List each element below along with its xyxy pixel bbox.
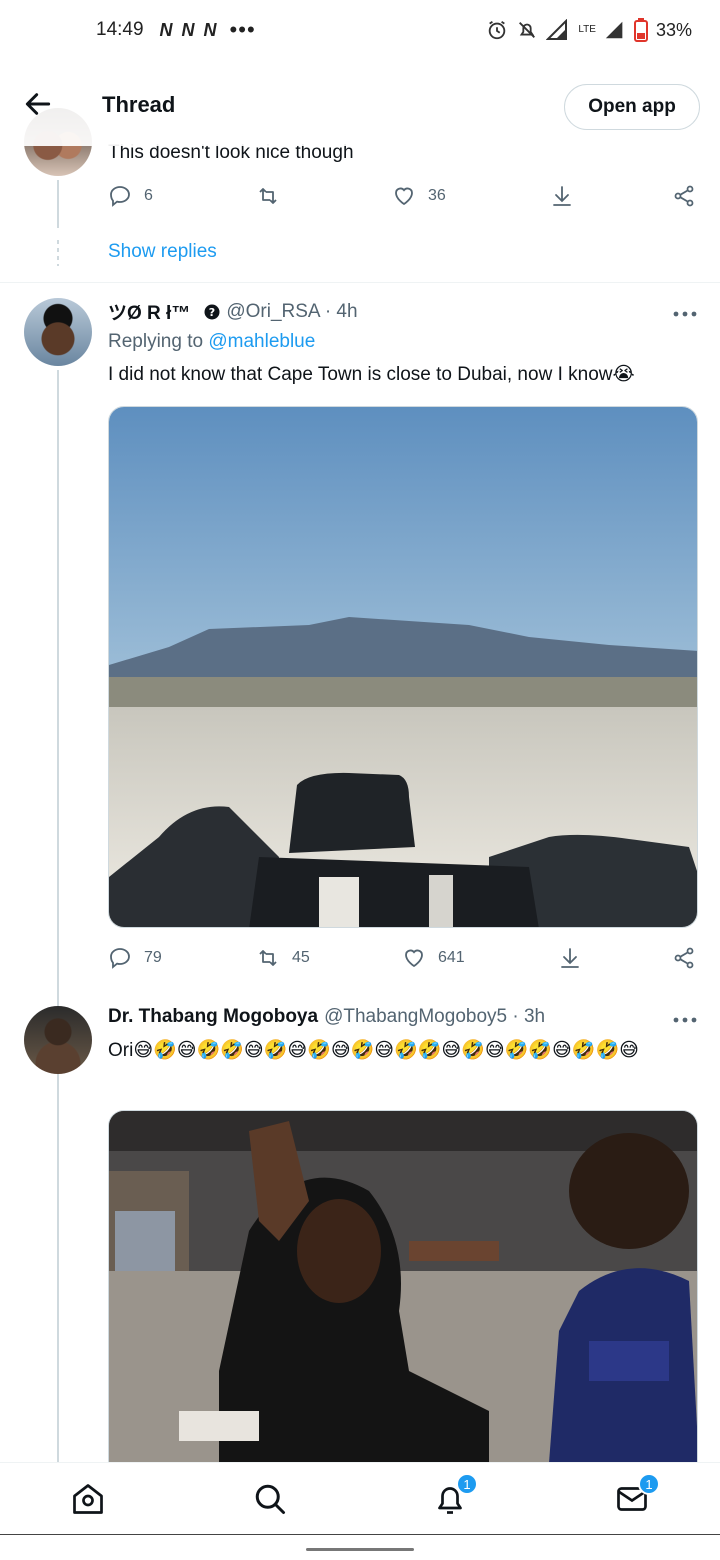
download-button[interactable] (550, 184, 574, 208)
page-title: Thread (102, 92, 176, 117)
notification-n-icon: N (159, 19, 173, 40)
cape-town-photo (109, 407, 697, 927)
share-icon (674, 947, 694, 969)
nav-notifications[interactable]: 1 (432, 1473, 478, 1517)
notifications-badge: 1 (456, 1473, 478, 1495)
status-bar: 14:49 N N N ••• LTE 33% (0, 0, 720, 60)
notification-n-icon: N (181, 19, 195, 40)
heart-icon (395, 187, 413, 206)
retweet-icon (259, 188, 277, 204)
search-icon (255, 1484, 285, 1514)
signal-icon (605, 21, 623, 39)
video-thumbnail (109, 1111, 697, 1462)
tweet-actions: 6 36 (108, 184, 698, 214)
mention-link[interactable]: @mahleblue (208, 331, 315, 352)
reply-count: 6 (144, 187, 153, 204)
like-count: 641 (438, 949, 465, 966)
like-button[interactable]: 36 (392, 184, 446, 208)
share-button[interactable] (672, 184, 696, 208)
battery-percent: 33% (655, 19, 692, 40)
like-button[interactable]: 641 (402, 946, 465, 970)
retweet-count: 45 (292, 949, 310, 966)
mute-icon (519, 22, 536, 38)
nav-messages[interactable]: 1 (614, 1473, 660, 1517)
tweet-actions: 79 45 641 (108, 946, 698, 976)
svg-text:?: ? (209, 306, 215, 319)
signal-icon (546, 19, 568, 40)
replying-prefix: Replying to (108, 331, 204, 352)
battery-icon (633, 18, 648, 42)
bottom-navigation: 1 1 (0, 1462, 720, 1534)
tweet-header: ツØ R ł™ ? @Ori_RSA · 4h (108, 298, 358, 325)
tweet-image[interactable] (108, 406, 698, 928)
download-icon (561, 948, 579, 968)
nav-home[interactable] (70, 1481, 106, 1517)
question-badge-icon: ? (204, 304, 220, 319)
display-name[interactable]: ツØ R ł™ (108, 298, 190, 325)
notification-n-icon: N (203, 19, 217, 40)
handle-and-time[interactable]: @ThabangMogoboy5 · 3h (324, 1006, 545, 1028)
avatar[interactable] (24, 1006, 92, 1074)
thread-line-dotted (57, 240, 59, 266)
reply-count: 79 (144, 949, 162, 966)
open-app-button[interactable]: Open app (564, 84, 700, 130)
nav-search[interactable] (252, 1481, 288, 1517)
share-icon (674, 185, 694, 207)
like-count: 36 (428, 187, 446, 204)
tweet-text: Ori😅🤣😅🤣🤣😅🤣😅🤣😅🤣😅🤣🤣😅🤣😅🤣🤣😅🤣🤣😅 (108, 1040, 639, 1061)
display-name[interactable]: Dr. Thabang Mogoboya (108, 1006, 318, 1028)
home-icon (73, 1484, 103, 1514)
reply-icon (110, 948, 130, 969)
reply-icon (110, 186, 130, 207)
alarm-icon (489, 20, 506, 40)
status-time: 14:49 (96, 19, 144, 40)
reply-button[interactable]: 6 (108, 184, 153, 208)
divider (0, 282, 720, 283)
retweet-button[interactable] (256, 184, 292, 208)
tweet-text: I did not know that Cape Town is close t… (108, 364, 635, 385)
reply-button[interactable]: 79 (108, 946, 162, 970)
share-button[interactable] (672, 946, 696, 970)
retweet-button[interactable]: 45 (256, 946, 310, 970)
thread-line (57, 370, 59, 1462)
download-icon (553, 186, 571, 206)
avatar[interactable] (24, 298, 92, 366)
more-options-icon[interactable] (672, 310, 698, 318)
back-arrow-icon[interactable] (22, 88, 54, 120)
download-button[interactable] (558, 946, 582, 970)
heart-icon (405, 949, 423, 968)
tweet-video[interactable] (108, 1110, 698, 1462)
show-replies-link[interactable]: Show replies (108, 241, 217, 263)
gesture-handle[interactable] (306, 1548, 414, 1551)
network-type: LTE (578, 24, 596, 35)
replying-to: Replying to @mahleblue (108, 331, 315, 353)
thread-line (57, 180, 59, 228)
messages-badge: 1 (638, 1473, 660, 1495)
retweet-icon (259, 950, 277, 966)
tweet-header: Dr. Thabang Mogoboya @ThabangMogoboy5 · … (108, 1006, 545, 1028)
more-options-icon[interactable] (672, 1016, 698, 1024)
system-navigation-bar (0, 1534, 720, 1560)
more-notifications-icon: ••• (229, 17, 256, 42)
handle-and-time[interactable]: @Ori_RSA · 4h (226, 301, 357, 323)
